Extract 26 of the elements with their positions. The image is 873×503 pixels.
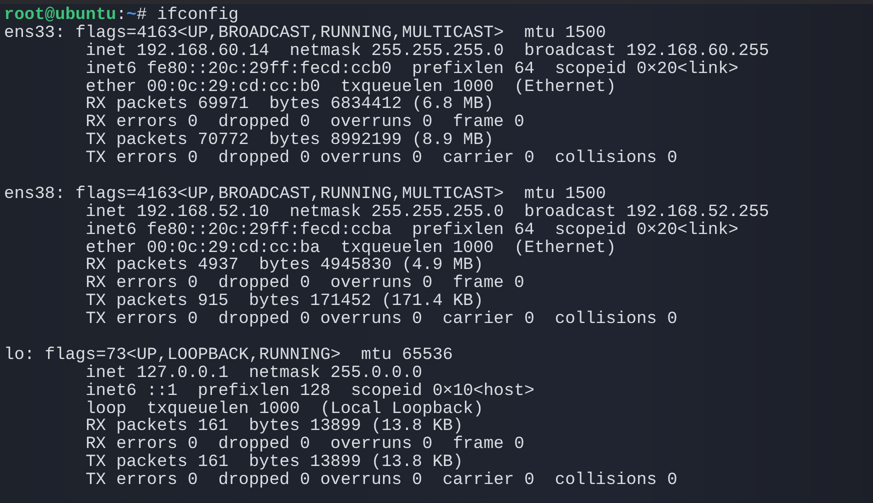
output-line: RX packets 69971 bytes 6834412 (6.8 MB) [86, 96, 494, 114]
output-line: inet 192.168.60.14 netmask 255.255.255.0 broadcast 192.168.60.255 [86, 42, 770, 61]
output-line: RX errors 0 dropped 0 overruns 0 frame 0 [86, 275, 524, 294]
output-line: TX packets 161 bytes 13899 (13.8 KB) [86, 454, 464, 472]
shell-prompt: root@ubuntu:~# [4, 7, 147, 25]
output-line: TX errors 0 dropped 0 overruns 0 carrier 0 collisions 0 [86, 311, 678, 330]
output-line: loop txqueuelen 1000 (Local Loopback) [86, 400, 484, 418]
output-line: inet 127.0.0.1 netmask 255.0.0.0 [86, 364, 422, 383]
output-line: RX packets 4937 bytes 4945830 (4.9 MB) [86, 257, 484, 276]
output-line: TX errors 0 dropped 0 overruns 0 carrier 0 collisions 0 [86, 472, 678, 490]
output-line: RX errors 0 dropped 0 overruns 0 frame 0 [86, 436, 524, 454]
output-line: ether 00:0c:29:cd:cc:b0 txqueuelen 1000 (Ethernet) [86, 78, 616, 96]
output-line: ens38: flags=4163<UP,BROADCAST,RUNNING,MULTICAST> mtu 1500 [4, 186, 606, 204]
output-line: RX errors 0 dropped 0 overruns 0 frame 0 [86, 114, 524, 132]
output-line: lo: flags=73<UP,LOOPBACK,RUNNING> mtu 65536 [4, 346, 453, 365]
output-line: RX packets 161 bytes 13899 (13.8 KB) [86, 418, 464, 436]
output-line: TX packets 70772 bytes 8992199 (8.9 MB) [86, 132, 494, 150]
output-line: ether 00:0c:29:cd:cc:ba txqueuelen 1000 (Ethernet) [86, 240, 616, 258]
output-line: ens33: flags=4163<UP,BROADCAST,RUNNING,MULTICAST> mtu 1500 [4, 24, 606, 43]
output-line: inet6 ::1 prefixlen 128 scopeid 0×10<host> [86, 382, 534, 401]
output-line: TX errors 0 dropped 0 overruns 0 carrier 0 collisions 0 [86, 150, 678, 168]
output-line: inet6 fe80::20c:29ff:fecd:ccb0 prefixlen 64 scopeid 0×20<link> [86, 60, 738, 79]
output-line: inet 192.168.52.10 netmask 255.255.255.0 broadcast 192.168.52.255 [86, 204, 770, 222]
output-line: inet6 fe80::20c:29ff:fecd:ccba prefixlen 64 scopeid 0×20<link> [86, 222, 738, 240]
output-line: TX packets 915 bytes 171452 (171.4 KB) [86, 293, 484, 312]
command-text: ifconfig [157, 7, 239, 25]
